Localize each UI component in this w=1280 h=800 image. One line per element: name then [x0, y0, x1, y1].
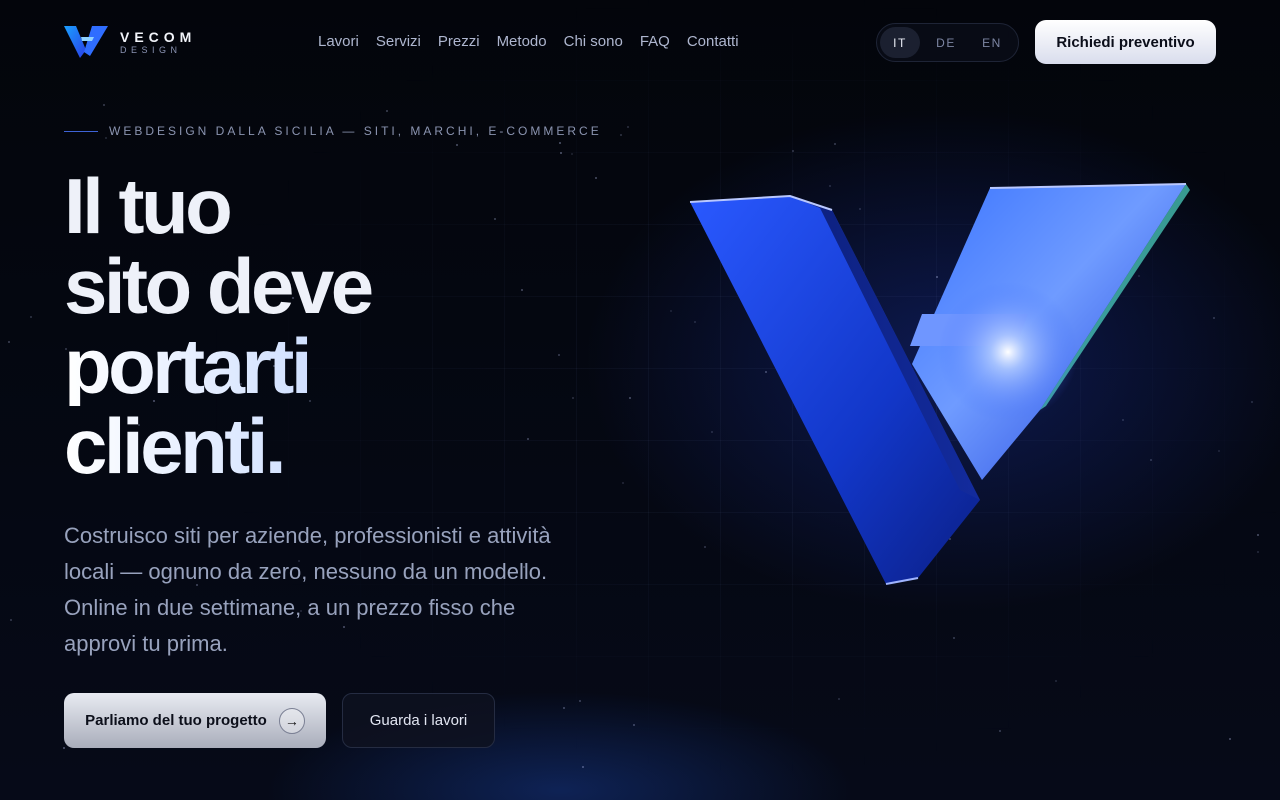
star: [63, 747, 65, 749]
lang-option-de[interactable]: DE: [926, 27, 966, 58]
page: VECOM DESIGN Lavori Servizi Prezzi Metod…: [0, 0, 1280, 800]
star: [999, 730, 1001, 732]
hero-headline: Il tuo sito deve portarti clienti.: [64, 166, 584, 486]
hero-eyebrow: WEBDESIGN DALLA SICILIA — SITI, MARCHI, …: [64, 124, 602, 138]
star: [1257, 551, 1259, 553]
star: [622, 482, 624, 484]
nav-item-lavori[interactable]: Lavori: [318, 32, 359, 52]
brand-logo[interactable]: VECOM DESIGN: [64, 24, 196, 60]
star: [1055, 680, 1057, 682]
talk-project-button[interactable]: Parliamo del tuo progetto →: [64, 693, 326, 748]
headline-line-2: sito deve: [64, 242, 374, 330]
hero-lead: Costruisco siti per aziende, professioni…: [64, 523, 551, 656]
talk-project-label: Parliamo del tuo progetto: [85, 712, 267, 729]
main-nav: Lavori Servizi Prezzi Metodo Chi sono FA…: [318, 32, 739, 52]
star: [1257, 534, 1259, 536]
language-switcher: IT DE EN: [876, 23, 1019, 62]
star: [633, 724, 635, 726]
star: [579, 700, 581, 702]
lang-option-it[interactable]: IT: [880, 27, 920, 58]
star: [8, 341, 10, 343]
star: [103, 104, 105, 106]
vecom-v-logo-icon: [64, 26, 108, 58]
eyebrow-line: [64, 130, 98, 132]
nav-item-faq[interactable]: FAQ: [640, 32, 670, 52]
headline-line-3: portarti: [64, 326, 584, 406]
view-works-button[interactable]: Guarda i lavori: [342, 693, 495, 748]
star: [30, 316, 32, 318]
star: [10, 619, 12, 621]
nav-item-servizi[interactable]: Servizi: [376, 32, 421, 52]
star: [834, 143, 836, 145]
star: [560, 152, 562, 154]
star: [838, 698, 840, 700]
star: [559, 142, 561, 144]
star: [1229, 738, 1231, 740]
eyebrow-text: WEBDESIGN DALLA SICILIA — SITI, MARCHI, …: [109, 124, 602, 138]
headline-line-1: Il tuo: [64, 162, 233, 250]
site-header: VECOM DESIGN Lavori Servizi Prezzi Metod…: [0, 0, 1280, 84]
star: [1251, 401, 1253, 403]
headline-line-4: clienti.: [64, 406, 584, 486]
lang-option-en[interactable]: EN: [972, 27, 1012, 58]
star: [595, 177, 597, 179]
nav-item-prezzi[interactable]: Prezzi: [438, 32, 480, 52]
star: [627, 126, 629, 128]
3d-v-logo-icon: [689, 183, 1190, 585]
star: [456, 144, 458, 146]
star: [629, 397, 631, 399]
brand-subtitle: DESIGN: [120, 44, 182, 55]
arrow-right-icon: →: [278, 707, 305, 734]
nav-item-chi-sono[interactable]: Chi sono: [564, 32, 623, 52]
nav-item-contatti[interactable]: Contatti: [687, 32, 739, 52]
star: [953, 637, 955, 639]
star: [571, 153, 573, 155]
request-quote-button[interactable]: Richiedi preventivo: [1035, 20, 1216, 64]
star: [620, 134, 622, 136]
brand-name: VECOM: [120, 28, 197, 45]
star: [563, 707, 565, 709]
star: [386, 110, 388, 112]
nav-item-metodo[interactable]: Metodo: [497, 32, 547, 52]
star: [582, 766, 584, 768]
